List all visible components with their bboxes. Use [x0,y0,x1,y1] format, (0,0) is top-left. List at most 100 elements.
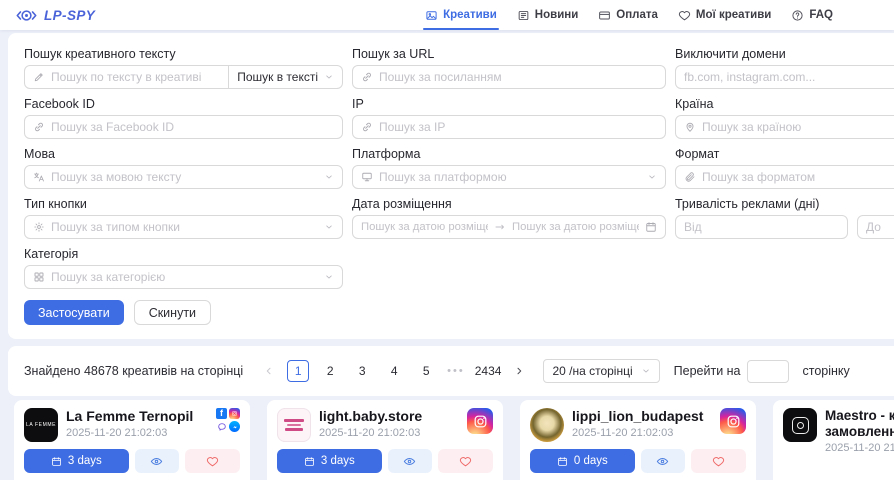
card-date: 2025-11-20 21:02:03 [825,442,894,454]
date-range-picker[interactable] [352,215,666,239]
days-active-button[interactable]: 0 days [530,449,635,473]
heart-icon [712,455,725,468]
page-number-4[interactable]: 4 [383,360,405,382]
card-date: 2025-11-20 21:02:03 [572,427,712,439]
exclude-domains-input[interactable] [684,70,894,84]
days-active-button[interactable]: 3 days [24,449,129,473]
page-next-icon[interactable] [513,365,525,377]
chevron-down-icon [324,72,334,82]
page-prev-icon[interactable] [263,365,275,377]
tab-creatives[interactable]: Креативи [425,0,497,30]
goto-label: Перейти на [674,364,741,378]
messenger-icon[interactable] [229,421,240,432]
creative-text-input[interactable] [51,70,220,84]
url-input[interactable] [379,70,657,84]
filter-duration: Тривалість реклами (дні) [675,197,894,239]
creative-card[interactable]: LA FEMME La Femme Ternopil 2025-11-20 21… [14,400,250,480]
page-number-2[interactable]: 2 [319,360,341,382]
facebook-id-input[interactable] [51,120,334,134]
eye-spy-icon [14,7,39,24]
reset-button[interactable]: Скинути [134,300,211,325]
card-title: light.baby.store [319,408,459,425]
paperclip-icon [684,171,696,183]
calendar-icon [51,456,62,467]
duration-from-input[interactable] [684,220,839,234]
creative-card[interactable]: lippi_lion_budapest 2025-11-20 21:02:03 … [520,400,756,480]
per-page-select[interactable]: 20 /на сторінці [543,359,659,383]
filter-placement-date: Дата розміщення [352,197,666,239]
creative-card[interactable]: light.baby.store 2025-11-20 21:02:03 3 d… [267,400,503,480]
filter-platform: Платформа [352,147,666,189]
avatar [530,408,564,442]
eye-icon [656,455,669,468]
page-number-last[interactable]: 2434 [475,360,502,382]
button-type-select[interactable] [24,215,343,239]
main-nav: Креативи Новини Оплата Мої креативи FAQ [425,0,833,30]
goto-page-input[interactable] [747,360,789,383]
category-input[interactable] [51,270,318,284]
translate-icon [33,171,45,183]
chevron-down-icon [324,272,334,282]
card-title: lippi_lion_budapest [572,408,712,425]
language-select[interactable] [24,165,343,189]
card-date: 2025-11-20 21:02:03 [66,427,208,439]
platform-input[interactable] [379,170,641,184]
viber-icon[interactable] [216,421,227,432]
filter-category: Категорія [24,247,343,289]
days-active-button[interactable]: 3 days [277,449,382,473]
question-icon [791,9,804,22]
platform-select[interactable] [352,165,666,189]
language-input[interactable] [51,170,318,184]
instagram-icon[interactable] [229,408,240,419]
view-button[interactable] [641,449,685,473]
apply-button[interactable]: Застосувати [24,300,124,325]
tab-news[interactable]: Новини [517,0,578,30]
button-type-input[interactable] [51,220,318,234]
ip-input[interactable] [379,120,657,134]
view-button[interactable] [388,449,432,473]
favorite-button[interactable] [185,449,240,473]
heart-icon [459,455,472,468]
format-select[interactable] [675,165,894,189]
card-title-line2: замовлення в Ужг [825,424,894,440]
tab-my-creatives[interactable]: Мої креативи [678,0,771,30]
eye-icon [150,455,163,468]
pencil-icon [33,71,45,83]
app-header: LP-SPY Креативи Новини Оплата Мої креати… [0,0,894,30]
date-to-input[interactable] [512,221,639,233]
page-number-1[interactable]: 1 [287,360,309,382]
country-input[interactable] [702,120,894,134]
favorite-button[interactable] [691,449,746,473]
filter-country: Країна [675,97,894,139]
gear-icon [33,221,45,233]
results-summary: Знайдено 48678 креативів на сторінці [24,364,243,378]
category-select[interactable] [24,265,343,289]
date-from-input[interactable] [361,221,488,233]
view-button[interactable] [135,449,179,473]
news-icon [517,9,530,22]
format-input[interactable] [702,170,894,184]
pin-icon [684,121,696,133]
chevron-down-icon [324,172,334,182]
creative-text-input-box [24,65,229,89]
card-title: La Femme Ternopil [66,408,208,425]
page-number-5[interactable]: 5 [415,360,437,382]
page-number-3[interactable]: 3 [351,360,373,382]
instagram-icon[interactable] [467,408,493,434]
heart-icon [206,455,219,468]
app-logo[interactable]: LP-SPY [14,7,95,24]
filter-exclude-domains: Виключити домени [675,47,894,89]
favorite-button[interactable] [438,449,493,473]
tab-payment[interactable]: Оплата [598,0,658,30]
filter-button-type: Тип кнопки [24,197,343,239]
platform-icon [361,171,373,183]
creative-card[interactable]: Maestro - кухні, ме замовлення в Ужг 202… [773,400,894,480]
duration-to-input[interactable] [866,220,894,234]
avatar [277,408,311,442]
tab-faq[interactable]: FAQ [791,0,833,30]
link-icon [33,121,45,133]
chevron-down-icon [647,172,657,182]
instagram-icon[interactable] [720,408,746,434]
search-mode-select[interactable]: Пошук в тексті [229,65,343,89]
facebook-icon[interactable] [216,408,227,419]
